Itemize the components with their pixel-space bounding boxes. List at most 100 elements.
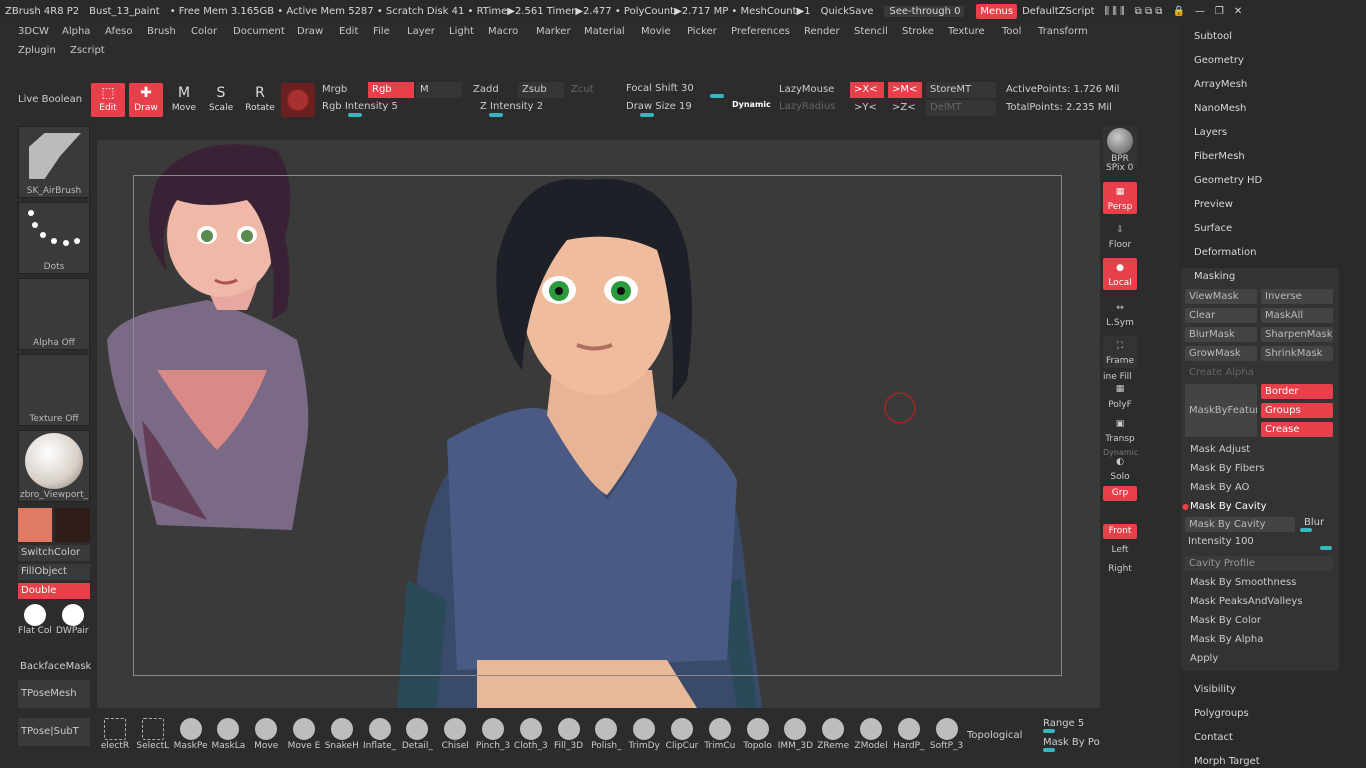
palette-arraymesh[interactable]: ArrayMesh <box>1194 79 1247 90</box>
create-alpha-button[interactable]: Create Alpha <box>1185 365 1333 380</box>
front-button[interactable]: Front <box>1103 524 1137 539</box>
close-icon[interactable]: ✕ <box>1229 6 1247 17</box>
growmask-button[interactable]: GrowMask <box>1185 346 1257 361</box>
menu-item-file[interactable]: File <box>373 26 390 37</box>
menu-item-transform[interactable]: Transform <box>1038 26 1088 37</box>
fillobject-button[interactable]: FillObject <box>18 564 90 580</box>
intensity-knob[interactable] <box>1320 546 1332 550</box>
blurmask-button[interactable]: BlurMask <box>1185 327 1257 342</box>
zsub-button[interactable]: Zsub <box>518 82 564 98</box>
brush-slot-10[interactable]: Pinch_3 <box>475 716 511 760</box>
topological-button[interactable]: Topological <box>967 730 1022 741</box>
menu-item-edit[interactable]: Edit <box>339 26 358 37</box>
frame-button[interactable]: ⛶ Frame <box>1103 336 1137 368</box>
sym-z-button[interactable]: >Z< <box>888 100 922 116</box>
focal-shift-slider[interactable]: Focal Shift 30 <box>622 81 772 97</box>
menu-item-texture[interactable]: Texture <box>948 26 985 37</box>
sym-m-button[interactable]: >M< <box>888 82 922 98</box>
alpha-thumbnail[interactable]: Alpha Off <box>18 278 90 350</box>
palette-morph-target[interactable]: Morph Target <box>1194 756 1260 767</box>
minimize-icon[interactable]: — <box>1190 6 1210 17</box>
brush-slot-2[interactable]: MaskPe <box>173 716 209 760</box>
menu-item-light[interactable]: Light <box>449 26 474 37</box>
sym-x-button[interactable]: >X< <box>850 82 884 98</box>
mask-fibers-item[interactable]: Mask By Fibers <box>1190 463 1265 474</box>
mask-color-item[interactable]: Mask By Color <box>1190 615 1261 626</box>
brush-slot-13[interactable]: Polish_ <box>588 716 624 760</box>
scale-button[interactable]: S Scale <box>204 83 238 117</box>
inverse-button[interactable]: Inverse <box>1261 289 1333 304</box>
material-thumbnail[interactable]: zbro_Viewport_ <box>18 430 90 502</box>
palette-geometry-hd[interactable]: Geometry HD <box>1194 175 1262 186</box>
brush-slot-20[interactable]: ZModel <box>853 716 889 760</box>
main-color-swatch[interactable] <box>18 508 52 542</box>
brush-slot-15[interactable]: ClipCur <box>664 716 700 760</box>
menu-item-zplugin[interactable]: Zplugin <box>18 45 56 56</box>
brush-slot-5[interactable]: Move E <box>286 716 322 760</box>
brush-slot-1[interactable]: SelectL <box>135 716 171 760</box>
transp-button[interactable]: ▣ Transp <box>1103 414 1137 446</box>
spix-slider[interactable]: SPix 0 <box>1106 163 1133 173</box>
draw-button[interactable]: ✚ Draw <box>129 83 163 117</box>
edit-button[interactable]: ⬚ Edit <box>91 83 125 117</box>
clear-button[interactable]: Clear <box>1185 308 1257 323</box>
mask-adjust-item[interactable]: Mask Adjust <box>1190 444 1250 455</box>
lock-icon[interactable]: 🔒 <box>1167 6 1189 17</box>
brush-slot-17[interactable]: Topolo <box>740 716 776 760</box>
z-intensity-knob[interactable] <box>489 113 503 117</box>
mask-ao-item[interactable]: Mask By AO <box>1190 482 1249 493</box>
palette-fibermesh[interactable]: FiberMesh <box>1194 151 1245 162</box>
menu-item-brush[interactable]: Brush <box>147 26 176 37</box>
brush-slot-8[interactable]: Detail_ <box>399 716 435 760</box>
zcut-button[interactable]: Zcut <box>567 82 613 98</box>
brush-slot-21[interactable]: HardP_ <box>891 716 927 760</box>
seethrough-slider[interactable]: See-through 0 <box>884 5 965 17</box>
local-button[interactable]: ● Local <box>1103 258 1137 290</box>
left-button[interactable]: Left <box>1103 543 1137 558</box>
draw-size-slider[interactable]: Draw Size 19 <box>622 99 732 115</box>
crease-button[interactable]: Crease <box>1261 422 1333 437</box>
brush-thumbnail[interactable]: SK_AirBrush <box>18 126 90 198</box>
mask-alpha-item[interactable]: Mask By Alpha <box>1190 634 1263 645</box>
blur-slider[interactable]: Blur <box>1304 517 1324 528</box>
menu-item-preferences[interactable]: Preferences <box>731 26 790 37</box>
rgb-intensity-knob[interactable] <box>348 113 362 117</box>
mask-smoothness-item[interactable]: Mask By Smoothness <box>1190 577 1296 588</box>
zadd-button[interactable]: Zadd <box>469 82 515 98</box>
intensity-slider[interactable]: Intensity 100 <box>1188 536 1254 547</box>
menu-item-3dcw[interactable]: 3DCW <box>18 26 49 37</box>
texture-thumbnail[interactable]: Texture Off <box>18 354 90 426</box>
dynamic-button[interactable]: Dynamic <box>732 100 771 109</box>
palette-surface[interactable]: Surface <box>1194 223 1232 234</box>
brush-slot-12[interactable]: Fill_3D <box>551 716 587 760</box>
secondary-color-swatch[interactable] <box>55 508 90 542</box>
brush-slot-14[interactable]: TrimDy <box>626 716 662 760</box>
mask-by-cavity-button[interactable]: Mask By Cavity <box>1185 517 1295 532</box>
m-button[interactable]: M <box>416 82 462 98</box>
menu-item-draw[interactable]: Draw <box>297 26 323 37</box>
sym-y-button[interactable]: >Y< <box>850 100 884 116</box>
palette-subtool[interactable]: Subtool <box>1194 31 1232 42</box>
palette-visibility[interactable]: Visibility <box>1194 684 1236 695</box>
maskbypo-slider[interactable]: Mask By Po <box>1043 737 1100 748</box>
menu-item-marker[interactable]: Marker <box>536 26 571 37</box>
floor-button[interactable]: ⇩ Floor <box>1103 220 1137 252</box>
apply-button[interactable]: Apply <box>1190 653 1218 664</box>
solo-button[interactable]: ◐ Solo <box>1103 452 1137 484</box>
palette-layers[interactable]: Layers <box>1194 127 1227 138</box>
persp-button[interactable]: ▦ Persp <box>1103 182 1137 214</box>
menu-item-material[interactable]: Material <box>584 26 625 37</box>
flat-color-icon[interactable] <box>24 604 46 626</box>
shrinkmask-button[interactable]: ShrinkMask <box>1261 346 1333 361</box>
rgb-button[interactable]: Rgb <box>368 82 414 98</box>
brush-slot-0[interactable]: electR <box>97 716 133 760</box>
menu-item-zscript[interactable]: Zscript <box>70 45 105 56</box>
tposemesh-button[interactable]: TPoseMesh <box>18 680 90 708</box>
brush-slot-11[interactable]: Cloth_3 <box>513 716 549 760</box>
range-knob[interactable] <box>1043 729 1055 733</box>
material-swatch-icon[interactable] <box>281 83 315 117</box>
cavity-profile-curve[interactable]: Cavity Profile <box>1185 556 1333 571</box>
menu-item-movie[interactable]: Movie <box>641 26 671 37</box>
grp-button[interactable]: Grp <box>1103 486 1137 501</box>
brush-slot-22[interactable]: SoftP_3 <box>929 716 965 760</box>
